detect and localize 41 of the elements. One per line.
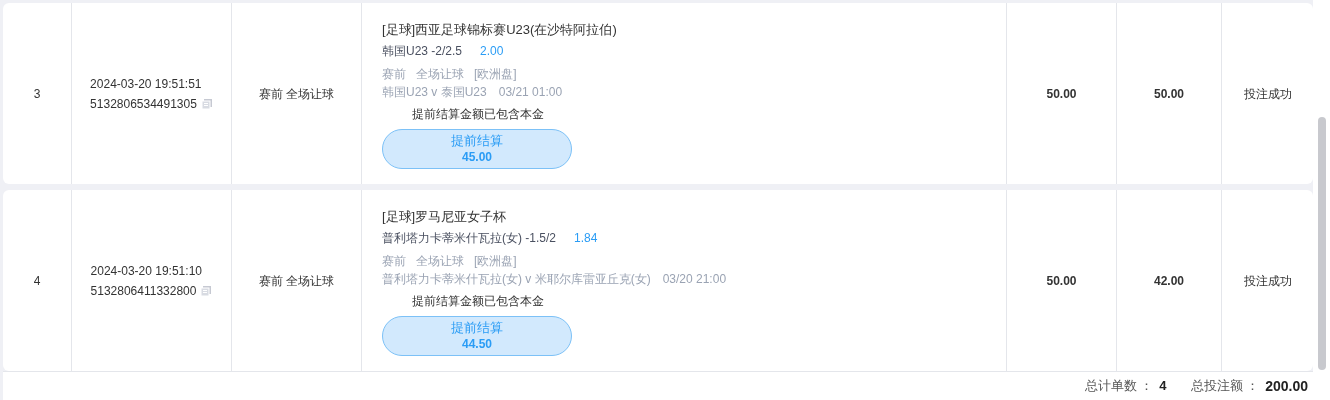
total-stake-label: 总投注额 ：: [1190, 377, 1260, 396]
payout-amount: 42.00: [1154, 272, 1184, 290]
cashout-note: 提前结算金额已包含本金: [412, 105, 545, 123]
copy-icon[interactable]: [200, 284, 213, 297]
match-teams: 普利塔力卡蒂米什瓦拉(女) v 米耶尔库雷亚丘克(女): [382, 270, 651, 288]
copy-icon[interactable]: [200, 97, 213, 110]
match-time: 03/20 21:00: [662, 270, 727, 288]
match-teams: 韩国U23 v 泰国U23: [382, 83, 487, 101]
order-number: 5132806534491305: [90, 95, 197, 113]
market-tag: 赛前: [382, 251, 406, 270]
cashout-note: 提前结算金额已包含本金: [412, 292, 545, 310]
market-tag: [欧洲盘]: [474, 64, 517, 83]
odds: 2.00: [480, 42, 504, 60]
league-name: [足球]罗马尼亚女子杯: [382, 207, 508, 226]
row-number: 4: [33, 272, 41, 290]
bet-time: 2024-03-20 19:51:51: [90, 75, 203, 93]
cashout-button[interactable]: 提前结算 45.00: [382, 128, 572, 169]
stake-amount: 50.00: [1046, 85, 1077, 103]
bet-type: 赛前 全场让球: [258, 85, 335, 103]
bet-status: 投注成功: [1243, 85, 1292, 103]
selection: 韩国U23 -2/2.5: [382, 42, 463, 60]
order-number: 5132806411332800: [90, 282, 197, 300]
match-time: 03/21 01:00: [498, 83, 563, 101]
market-tag: [欧洲盘]: [474, 251, 517, 270]
market-tag: 全场让球: [416, 64, 464, 83]
selection: 普利塔力卡蒂米什瓦拉(女) -1.5/2: [382, 229, 556, 247]
scrollbar-thumb[interactable]: [1317, 117, 1326, 370]
market-tag: 赛前: [382, 64, 406, 83]
payout-amount: 50.00: [1154, 85, 1184, 103]
cashout-button[interactable]: 提前结算 44.50: [382, 315, 572, 356]
market-tag: 全场让球: [416, 251, 464, 270]
bet-type: 赛前 全场让球: [258, 272, 335, 290]
total-count: 4: [1159, 377, 1167, 396]
total-stake: 200.00: [1265, 376, 1308, 396]
bet-status: 投注成功: [1243, 272, 1292, 290]
stake-amount: 50.00: [1046, 272, 1077, 290]
league-name: [足球]西亚足球锦标赛U23(在沙特阿拉伯): [382, 20, 618, 39]
bet-time: 2024-03-20 19:51:10: [90, 262, 203, 280]
odds: 1.84: [574, 229, 598, 247]
total-count-label: 总计单数 ：: [1084, 377, 1154, 396]
row-number: 3: [33, 85, 41, 103]
